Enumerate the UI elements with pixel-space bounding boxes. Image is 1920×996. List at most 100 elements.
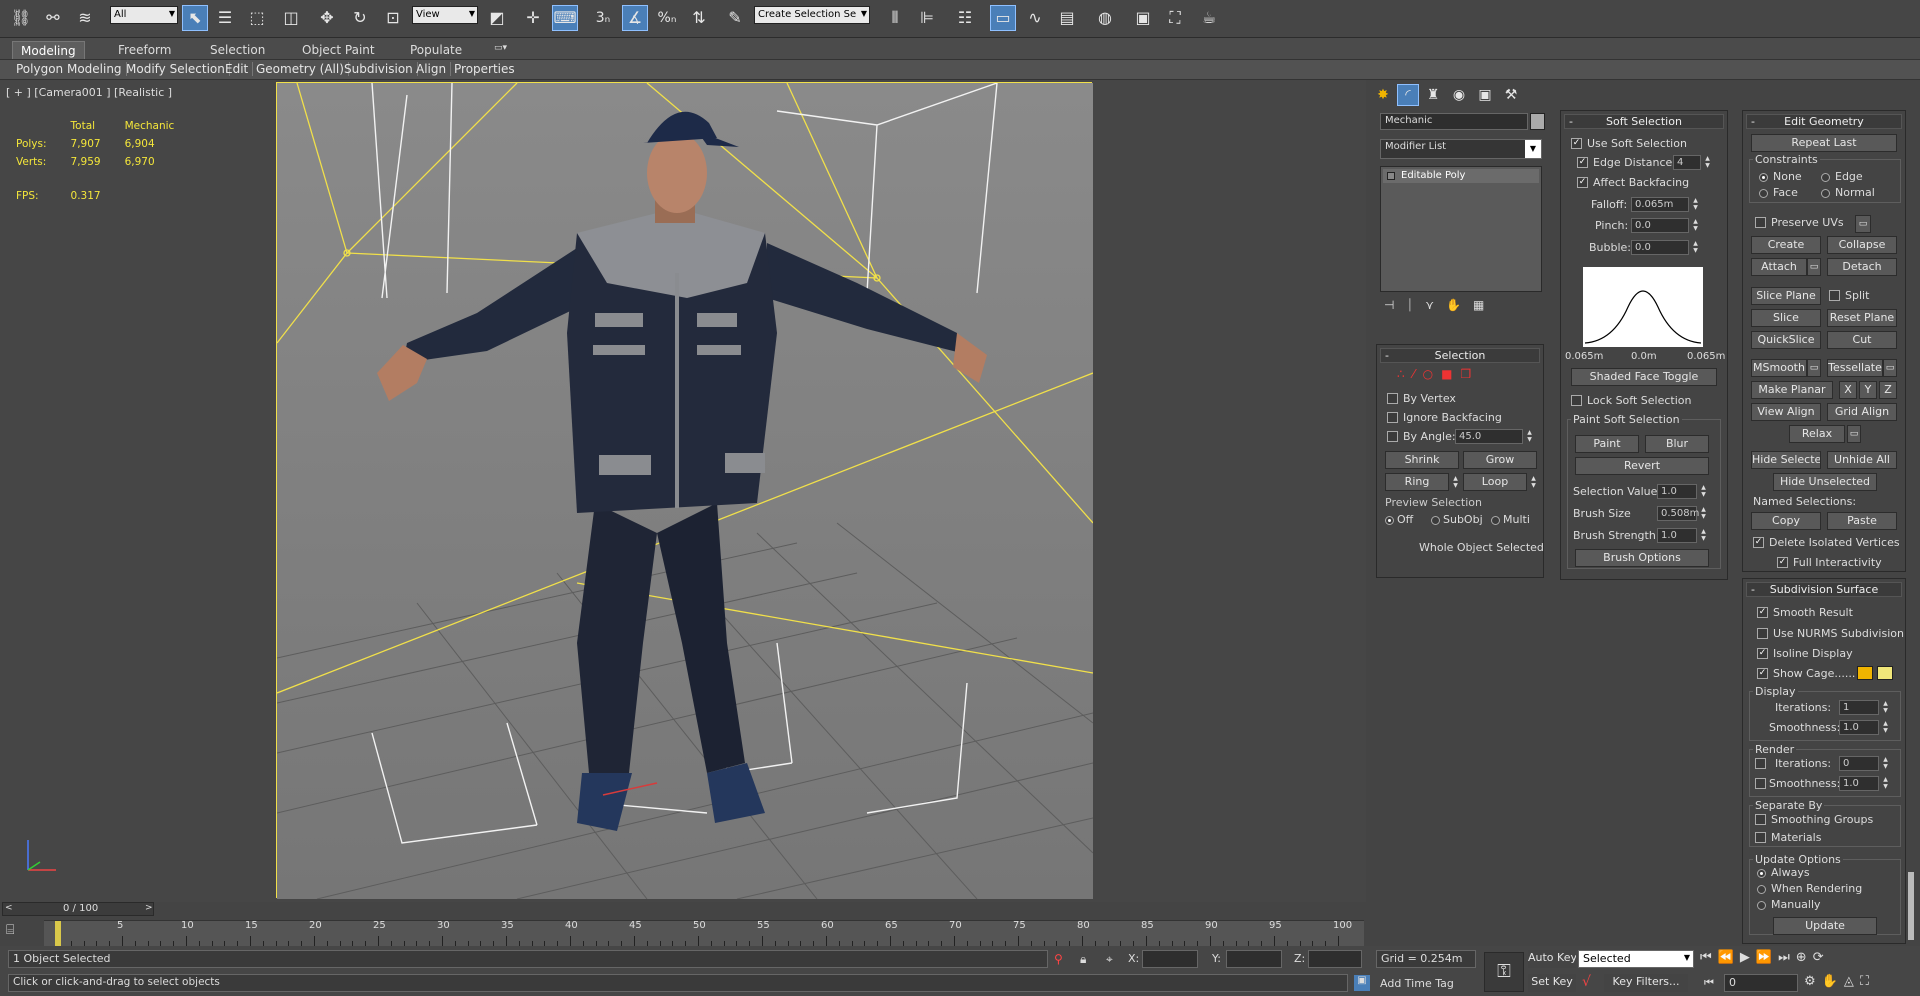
preview-multi-radio[interactable] bbox=[1491, 516, 1500, 525]
edge-distance-checkbox[interactable]: ✓ bbox=[1577, 157, 1588, 168]
schematic-view-icon[interactable]: ▤ bbox=[1054, 5, 1080, 31]
preserve-uvs-settings-icon[interactable]: ▭ bbox=[1855, 215, 1871, 233]
materials-checkbox[interactable] bbox=[1755, 832, 1766, 843]
msmooth-button[interactable]: MSmooth bbox=[1751, 359, 1807, 377]
key-mode-toggle-icon[interactable]: ⏮ bbox=[1704, 976, 1714, 990]
safe-frame-render-area[interactable] bbox=[276, 82, 1093, 899]
spinner-arrows-icon[interactable]: ▲ ▼ bbox=[1691, 197, 1700, 212]
z-coord-field[interactable] bbox=[1308, 950, 1362, 968]
constraint-none-radio[interactable] bbox=[1759, 173, 1768, 182]
brush-options-button[interactable]: Brush Options bbox=[1575, 549, 1709, 567]
time-slider-prev-icon[interactable]: < bbox=[5, 903, 13, 913]
show-end-result-icon[interactable]: ⏐ bbox=[1406, 298, 1425, 312]
set-key-mode-icon[interactable]: ⚿ bbox=[1484, 952, 1524, 992]
field-of-view-icon[interactable]: ◬ bbox=[1844, 974, 1860, 989]
soft-selection-header[interactable]: - Soft Selection bbox=[1564, 114, 1724, 129]
tessellate-button[interactable]: Tessellate bbox=[1827, 359, 1883, 377]
selection-filter-dropdown[interactable]: All ▼ bbox=[110, 6, 178, 24]
zoom-extents-icon[interactable]: ⊕ bbox=[1796, 950, 1813, 965]
modify-tab-icon[interactable]: ◜ bbox=[1397, 84, 1419, 106]
named-selection-dropdown[interactable]: Create Selection Se ▼ bbox=[754, 6, 870, 24]
make-planar-button[interactable]: Make Planar bbox=[1751, 381, 1833, 399]
set-key-button[interactable]: Set Key bbox=[1528, 974, 1576, 992]
ring-spinner-icon[interactable]: ▲ ▼ bbox=[1451, 475, 1460, 490]
angle-snap-icon[interactable]: ∡ bbox=[622, 5, 648, 31]
orbit-icon[interactable]: ⟳ bbox=[1813, 950, 1830, 965]
mini-curve-editor-icon[interactable]: ⌸ bbox=[6, 922, 36, 944]
preserve-uvs-checkbox[interactable] bbox=[1755, 217, 1766, 228]
mirror-icon[interactable]: ⫴ bbox=[882, 5, 908, 31]
update-always-radio[interactable] bbox=[1757, 869, 1766, 878]
next-frame-icon[interactable]: ⏩ bbox=[1756, 950, 1778, 965]
ring-button[interactable]: Ring bbox=[1385, 473, 1449, 491]
key-mode-dropdown[interactable]: Selected ▼ bbox=[1578, 950, 1694, 968]
isolate-selection-icon[interactable]: ⚲ bbox=[1054, 952, 1063, 966]
render-iterations-checkbox[interactable] bbox=[1755, 758, 1766, 769]
create-tab-icon[interactable]: ✸ bbox=[1372, 84, 1394, 106]
cut-button[interactable]: Cut bbox=[1827, 331, 1897, 349]
unhide-all-button[interactable]: Unhide All bbox=[1827, 451, 1897, 469]
spinner-arrows-icon[interactable]: ▲ ▼ bbox=[1881, 720, 1890, 735]
select-rotate-icon[interactable]: ↻ bbox=[347, 5, 373, 31]
tab-selection[interactable]: Selection bbox=[202, 41, 273, 59]
preview-subobj-radio[interactable] bbox=[1431, 516, 1440, 525]
lock-soft-selection-checkbox[interactable] bbox=[1571, 395, 1582, 406]
isoline-display-checkbox[interactable]: ✓ bbox=[1757, 648, 1768, 659]
snaps-toggle-icon[interactable]: 3ₙ bbox=[590, 5, 616, 31]
modifier-list-dropdown[interactable]: Modifier List ▼ bbox=[1380, 139, 1542, 159]
panel-geometry-all[interactable]: Geometry (All) bbox=[252, 62, 349, 76]
selection-lock-icon[interactable]: 🔒︎ bbox=[1080, 952, 1086, 967]
panel-subdivision[interactable]: Subdivision bbox=[340, 62, 418, 76]
timeline-ruler[interactable]: 5 10 15 20 25 30 35 40 45 50 55 60 65 70 75 80 85 90 95 100 bbox=[44, 920, 1364, 947]
previous-frame-icon[interactable]: ⏪ bbox=[1718, 950, 1740, 965]
copy-button[interactable]: Copy bbox=[1751, 512, 1821, 530]
ribbon-options-icon[interactable]: ▭▾ bbox=[486, 41, 515, 59]
spinner-arrows-icon[interactable]: ▲ ▼ bbox=[1699, 528, 1708, 543]
window-crossing-icon[interactable]: ◫ bbox=[278, 5, 304, 31]
paint-button[interactable]: Paint bbox=[1575, 435, 1639, 453]
select-object-icon[interactable]: ⬉ bbox=[182, 5, 208, 31]
go-to-end-icon[interactable]: ⏭ bbox=[1778, 950, 1796, 965]
layer-explorer-icon[interactable]: ☷ bbox=[952, 5, 978, 31]
tab-modeling[interactable]: Modeling bbox=[12, 41, 85, 59]
time-config-icon[interactable]: ⚙ bbox=[1804, 974, 1822, 989]
bind-space-warp-icon[interactable]: ≋ bbox=[72, 5, 98, 31]
selection-value-spinner[interactable]: 1.0 bbox=[1657, 484, 1697, 499]
object-name-field[interactable]: Mechanic bbox=[1380, 113, 1528, 130]
time-tag-icon[interactable]: ▣ bbox=[1354, 975, 1370, 991]
spinner-arrows-icon[interactable]: ▲ ▼ bbox=[1881, 756, 1890, 771]
keyboard-shortcut-override-icon[interactable]: ⌨ bbox=[552, 5, 578, 31]
planar-z-button[interactable]: Z bbox=[1879, 381, 1897, 399]
quickslice-button[interactable]: QuickSlice bbox=[1751, 331, 1821, 349]
by-angle-spinner[interactable]: 45.0 bbox=[1455, 429, 1523, 444]
edit-named-selection-icon[interactable]: ✎ bbox=[722, 5, 748, 31]
render-iterations-spinner[interactable]: 0 bbox=[1839, 756, 1879, 771]
cage-color-swatch-1[interactable] bbox=[1857, 666, 1873, 680]
relax-settings-icon[interactable]: ▭ bbox=[1847, 425, 1861, 443]
shaded-face-toggle-button[interactable]: Shaded Face Toggle bbox=[1571, 368, 1717, 386]
vertex-level-icon[interactable]: ∴ bbox=[1397, 367, 1413, 381]
subdivision-surface-header[interactable]: - Subdivision Surface bbox=[1746, 582, 1902, 597]
object-color-swatch[interactable] bbox=[1530, 113, 1545, 130]
by-vertex-checkbox[interactable] bbox=[1387, 393, 1398, 404]
unlink-icon[interactable]: ⚯ bbox=[40, 5, 66, 31]
panel-edit[interactable]: Edit bbox=[221, 62, 254, 76]
msmooth-settings-icon[interactable]: ▭ bbox=[1807, 359, 1821, 377]
rendered-frame-icon[interactable]: ⛶ bbox=[1162, 5, 1188, 31]
constraint-normal-radio[interactable] bbox=[1821, 189, 1830, 198]
select-scale-icon[interactable]: ⊡ bbox=[380, 5, 406, 31]
spinner-arrows-icon[interactable]: ▲ ▼ bbox=[1525, 429, 1534, 444]
current-frame-field[interactable]: 0 bbox=[1724, 974, 1798, 992]
use-nurms-checkbox[interactable] bbox=[1757, 628, 1768, 639]
slice-plane-button[interactable]: Slice Plane bbox=[1751, 287, 1821, 305]
play-icon[interactable]: ▶ bbox=[1740, 950, 1756, 965]
shrink-button[interactable]: Shrink bbox=[1385, 451, 1459, 469]
repeat-last-button[interactable]: Repeat Last bbox=[1751, 134, 1897, 152]
use-soft-selection-checkbox[interactable]: ✓ bbox=[1571, 138, 1582, 149]
spinner-snap-icon[interactable]: ⇅ bbox=[686, 5, 712, 31]
render-production-icon[interactable]: ☕ bbox=[1196, 5, 1222, 31]
loop-spinner-icon[interactable]: ▲ ▼ bbox=[1529, 475, 1538, 490]
revert-button[interactable]: Revert bbox=[1575, 457, 1709, 475]
planar-y-button[interactable]: Y bbox=[1859, 381, 1877, 399]
pin-stack-icon[interactable]: ⊣ bbox=[1384, 298, 1406, 312]
